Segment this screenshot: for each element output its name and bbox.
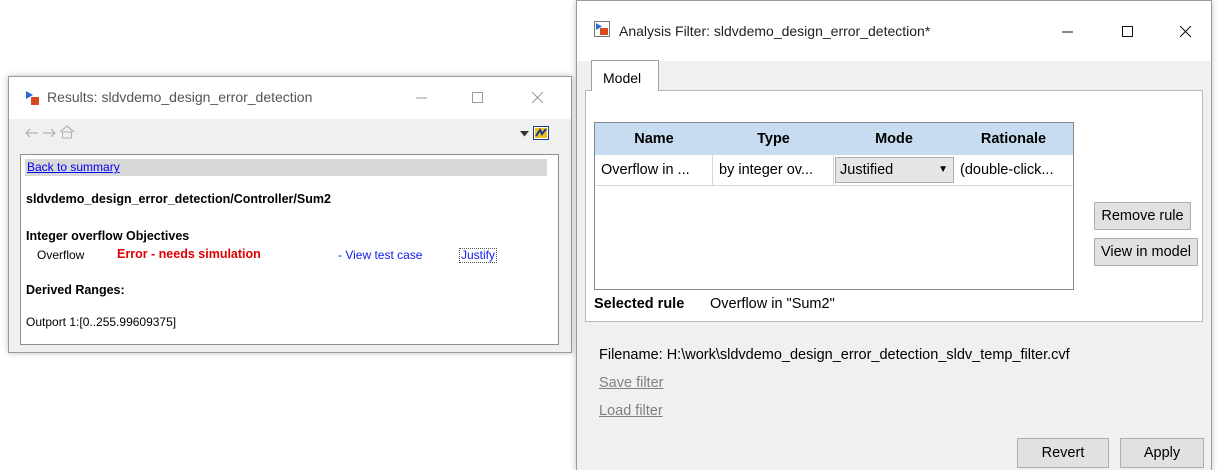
remove-rule-button[interactable]: Remove rule	[1094, 202, 1191, 230]
maximize-icon	[1122, 26, 1133, 37]
objectives-heading: Integer overflow Objectives	[26, 229, 190, 243]
close-icon	[532, 92, 544, 104]
filename-text: Filename: H:\work\sldvdemo_design_error_…	[599, 347, 1070, 363]
chevron-down-icon[interactable]	[520, 131, 529, 137]
apply-button[interactable]: Apply	[1120, 438, 1204, 468]
load-filter-link[interactable]: Load filter	[599, 403, 663, 419]
analysis-filter-window: Analysis Filter: sldvdemo_design_error_d…	[576, 0, 1212, 470]
back-to-summary-link[interactable]: Back to summary	[27, 160, 120, 174]
rules-table: Name Type Mode Rationale Overflow in ...…	[594, 122, 1074, 290]
results-window: Results: sldvdemo_design_error_detection…	[8, 76, 572, 353]
cell-name[interactable]: Overflow in ...	[595, 155, 713, 185]
filter-titlebar[interactable]: Analysis Filter: sldvdemo_design_error_d…	[577, 1, 1211, 61]
selected-rule-value: Overflow in "Sum2"	[710, 296, 835, 312]
home-icon[interactable]	[59, 125, 75, 139]
filter-title: Analysis Filter: sldvdemo_design_error_d…	[619, 23, 931, 39]
save-filter-link[interactable]: Save filter	[599, 375, 663, 391]
maximize-button[interactable]	[1113, 19, 1143, 45]
block-path: sldvdemo_design_error_detection/Controll…	[26, 192, 331, 206]
settings-panel-icon[interactable]	[533, 126, 549, 140]
objective-status: Error - needs simulation	[117, 247, 261, 261]
objective-name: Overflow	[37, 248, 85, 262]
mode-dropdown[interactable]: Justified ▼	[835, 157, 954, 183]
table-header: Name Type Mode Rationale	[595, 123, 1073, 155]
column-header-mode[interactable]: Mode	[834, 123, 954, 155]
simulink-app-icon	[594, 21, 610, 37]
minimize-icon	[1062, 31, 1073, 33]
column-header-type[interactable]: Type	[713, 123, 834, 155]
minimize-button[interactable]	[407, 85, 437, 111]
revert-button[interactable]: Revert	[1017, 438, 1109, 468]
close-button[interactable]	[523, 85, 553, 111]
arrow-right-icon[interactable]	[41, 127, 57, 139]
cell-rationale[interactable]: (double-click...	[954, 155, 1073, 185]
table-row[interactable]: Overflow in ... by integer ov... Justifi…	[595, 155, 1073, 186]
maximize-button[interactable]	[463, 85, 493, 111]
mode-dropdown-value: Justified	[840, 162, 894, 178]
column-header-rationale[interactable]: Rationale	[954, 123, 1073, 155]
simulink-app-icon	[26, 91, 39, 105]
maximize-icon	[472, 92, 483, 103]
results-titlebar[interactable]: Results: sldvdemo_design_error_detection	[9, 77, 571, 119]
derived-ranges-heading: Derived Ranges:	[26, 283, 125, 297]
model-tab-panel: Name Type Mode Rationale Overflow in ...…	[585, 90, 1203, 322]
close-icon	[1180, 26, 1192, 38]
summary-bar: Back to summary	[25, 159, 547, 176]
arrow-left-icon[interactable]	[24, 127, 40, 139]
results-content: Back to summary sldvdemo_design_error_de…	[20, 154, 559, 345]
results-title: Results: sldvdemo_design_error_detection	[47, 89, 313, 105]
view-test-case-link[interactable]: - View test case	[338, 248, 422, 262]
cell-type[interactable]: by integer ov...	[713, 155, 834, 185]
minimize-icon	[416, 97, 427, 99]
view-in-model-button[interactable]: View in model	[1094, 238, 1198, 266]
column-header-name[interactable]: Name	[595, 123, 713, 155]
close-button[interactable]	[1171, 19, 1201, 45]
justify-link[interactable]: Justify	[459, 248, 498, 263]
outport-range: Outport 1:[0..255.99609375]	[26, 315, 177, 329]
minimize-button[interactable]	[1053, 19, 1083, 45]
chevron-down-icon: ▼	[938, 164, 948, 175]
tab-model[interactable]: Model	[591, 60, 659, 91]
selected-rule-label: Selected rule	[594, 296, 685, 312]
